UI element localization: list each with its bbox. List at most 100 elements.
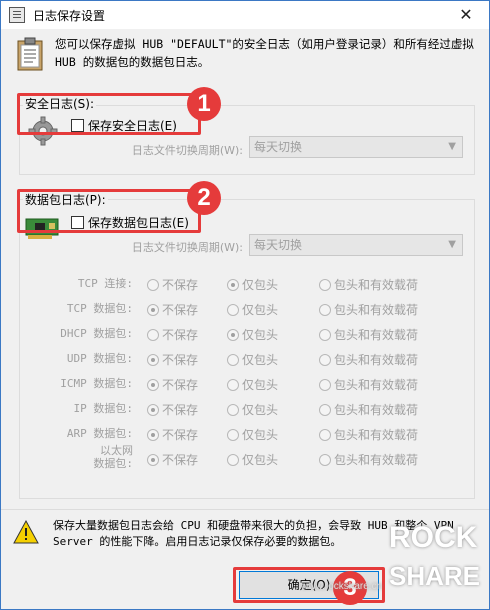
packet-option-radio[interactable]: 不保存 (147, 401, 198, 418)
radio-circle[interactable] (227, 278, 239, 291)
radio-label: 包头和有效载荷 (334, 303, 419, 317)
packet-row-label: ICMP 数据包: (60, 377, 133, 390)
watermark-logo-share: SHARE (389, 561, 481, 591)
radio-label: 包头和有效载荷 (334, 278, 419, 292)
packet-option-radio[interactable]: 包头和有效载荷 (319, 326, 418, 343)
clipboard-icon (17, 37, 43, 71)
radio-label: 不保存 (162, 403, 199, 417)
radio-circle[interactable] (227, 328, 239, 341)
packet-cycle-select[interactable]: 每天切换 ▼ (249, 234, 463, 256)
radio-label: 仅包头 (242, 428, 279, 442)
radio-circle[interactable] (319, 303, 331, 316)
radio-label: 仅包头 (242, 278, 279, 292)
watermark-url: www.rockshare.cn (301, 581, 383, 592)
packet-option-radio[interactable]: 包头和有效载荷 (319, 351, 418, 368)
packet-option-radio[interactable]: 仅包头 (227, 276, 278, 293)
radio-circle[interactable] (147, 403, 159, 416)
packet-option-radio[interactable]: 不保存 (147, 426, 198, 443)
radio-circle[interactable] (227, 378, 239, 391)
highlight-box-1 (17, 93, 201, 135)
notepad-icon (9, 7, 25, 23)
radio-label: 包头和有效载荷 (334, 453, 419, 467)
radio-label: 包头和有效载荷 (334, 378, 419, 392)
radio-circle[interactable] (319, 278, 331, 291)
packet-option-radio[interactable]: 仅包头 (227, 401, 278, 418)
radio-label: 仅包头 (242, 303, 279, 317)
step-badge-2: 2 (187, 181, 221, 215)
security-cycle-select[interactable]: 每天切换 ▼ (249, 136, 463, 158)
packet-option-radio[interactable]: 不保存 (147, 301, 198, 318)
packet-option-radio[interactable]: 不保存 (147, 276, 198, 293)
packet-row-label: ARP 数据包: (66, 427, 133, 440)
packet-option-radio[interactable]: 包头和有效载荷 (319, 426, 418, 443)
radio-circle[interactable] (227, 453, 239, 466)
radio-label: 不保存 (162, 353, 199, 367)
packet-row-label: TCP 连接: (77, 277, 133, 290)
radio-circle[interactable] (147, 303, 159, 316)
radio-label: 不保存 (162, 278, 199, 292)
radio-circle[interactable] (147, 278, 159, 291)
title-bar: 日志保存设置 ✕ (1, 1, 489, 29)
radio-label: 不保存 (162, 303, 199, 317)
radio-label: 不保存 (162, 328, 199, 342)
security-cycle-label: 日志文件切换周期(W): (131, 144, 243, 157)
packet-cycle-value: 每天切换 (254, 238, 303, 252)
radio-circle[interactable] (319, 403, 331, 416)
radio-label: 仅包头 (242, 353, 279, 367)
packet-row-label: DHCP 数据包: (60, 327, 133, 340)
radio-label: 不保存 (162, 453, 199, 467)
radio-label: 包头和有效载荷 (334, 403, 419, 417)
window-title: 日志保存设置 (33, 8, 106, 23)
radio-circle[interactable] (227, 403, 239, 416)
radio-circle[interactable] (147, 378, 159, 391)
packet-option-radio[interactable]: 不保存 (147, 451, 198, 468)
packet-option-radio[interactable]: 仅包头 (227, 351, 278, 368)
watermark-logo-rock: ROCK (389, 521, 478, 554)
packet-option-radio[interactable]: 包头和有效载荷 (319, 301, 418, 318)
radio-label: 仅包头 (242, 403, 279, 417)
radio-circle[interactable] (227, 428, 239, 441)
packet-option-radio[interactable]: 包头和有效载荷 (319, 376, 418, 393)
radio-circle[interactable] (319, 328, 331, 341)
radio-circle[interactable] (147, 353, 159, 366)
radio-label: 包头和有效载荷 (334, 353, 419, 367)
radio-circle[interactable] (147, 453, 159, 466)
radio-label: 不保存 (162, 378, 199, 392)
radio-label: 包头和有效载荷 (334, 428, 419, 442)
radio-circle[interactable] (319, 378, 331, 391)
step-badge-1: 1 (187, 87, 221, 121)
radio-circle[interactable] (227, 353, 239, 366)
packet-option-radio[interactable]: 仅包头 (227, 326, 278, 343)
packet-row-label: 以太网 数据包: (93, 444, 133, 470)
radio-circle[interactable] (319, 453, 331, 466)
warning-icon (13, 520, 39, 544)
radio-label: 仅包头 (242, 328, 279, 342)
packet-option-radio[interactable]: 仅包头 (227, 301, 278, 318)
packet-option-radio[interactable]: 包头和有效载荷 (319, 451, 418, 468)
packet-option-radio[interactable]: 不保存 (147, 376, 198, 393)
packet-option-radio[interactable]: 不保存 (147, 326, 198, 343)
radio-circle[interactable] (147, 428, 159, 441)
chevron-down-icon: ▼ (448, 141, 456, 152)
intro-text: 您可以保存虚拟 HUB "DEFAULT"的安全日志（如用户登录记录）和所有经过… (55, 37, 474, 69)
radio-label: 仅包头 (242, 378, 279, 392)
radio-label: 不保存 (162, 428, 199, 442)
packet-row-label: UDP 数据包: (66, 352, 133, 365)
packet-option-radio[interactable]: 仅包头 (227, 376, 278, 393)
close-button[interactable]: ✕ (443, 1, 489, 29)
radio-label: 仅包头 (242, 453, 279, 467)
packet-option-radio[interactable]: 仅包头 (227, 426, 278, 443)
packet-row-label: TCP 数据包: (66, 302, 133, 315)
radio-circle[interactable] (227, 303, 239, 316)
packet-option-radio[interactable]: 包头和有效载荷 (319, 401, 418, 418)
radio-circle[interactable] (319, 353, 331, 366)
chevron-down-icon: ▼ (448, 239, 456, 250)
packet-option-radio[interactable]: 仅包头 (227, 451, 278, 468)
security-cycle-value: 每天切换 (254, 140, 303, 154)
packet-option-radio[interactable]: 包头和有效载荷 (319, 276, 418, 293)
highlight-box-2 (17, 189, 201, 233)
packet-option-radio[interactable]: 不保存 (147, 351, 198, 368)
radio-circle[interactable] (147, 328, 159, 341)
radio-circle[interactable] (319, 428, 331, 441)
radio-label: 包头和有效载荷 (334, 328, 419, 342)
